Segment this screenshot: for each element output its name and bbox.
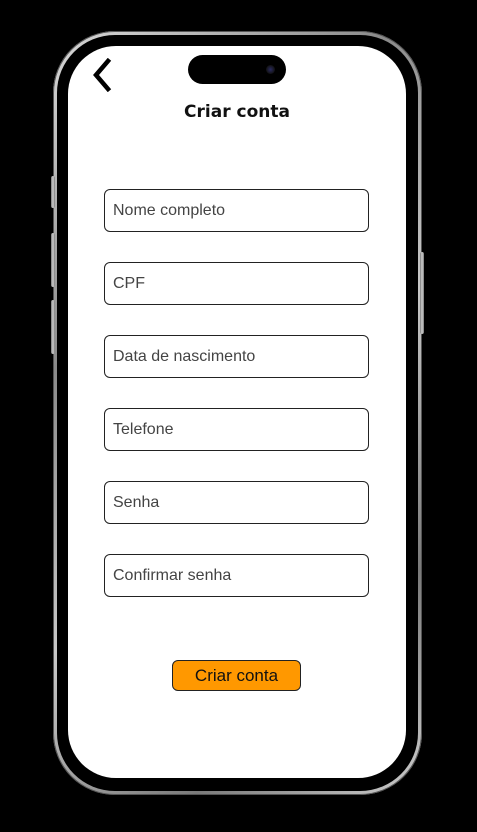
full-name-input[interactable]	[104, 189, 369, 232]
create-account-button[interactable]: Criar conta	[172, 660, 301, 691]
page-title: Criar conta	[184, 102, 290, 122]
birth-date-input[interactable]	[104, 335, 369, 378]
password-input[interactable]	[104, 481, 369, 524]
volume-up-button	[51, 233, 55, 287]
power-button	[420, 252, 424, 334]
back-button[interactable]	[88, 57, 118, 93]
app-screen: Criar conta Criar conta	[68, 46, 406, 778]
action-button	[51, 176, 55, 208]
front-camera	[266, 65, 275, 74]
phone-input[interactable]	[104, 408, 369, 451]
dynamic-island	[188, 55, 286, 84]
confirm-password-input[interactable]	[104, 554, 369, 597]
chevron-left-icon	[93, 57, 112, 93]
volume-down-button	[51, 300, 55, 354]
cpf-input[interactable]	[104, 262, 369, 305]
